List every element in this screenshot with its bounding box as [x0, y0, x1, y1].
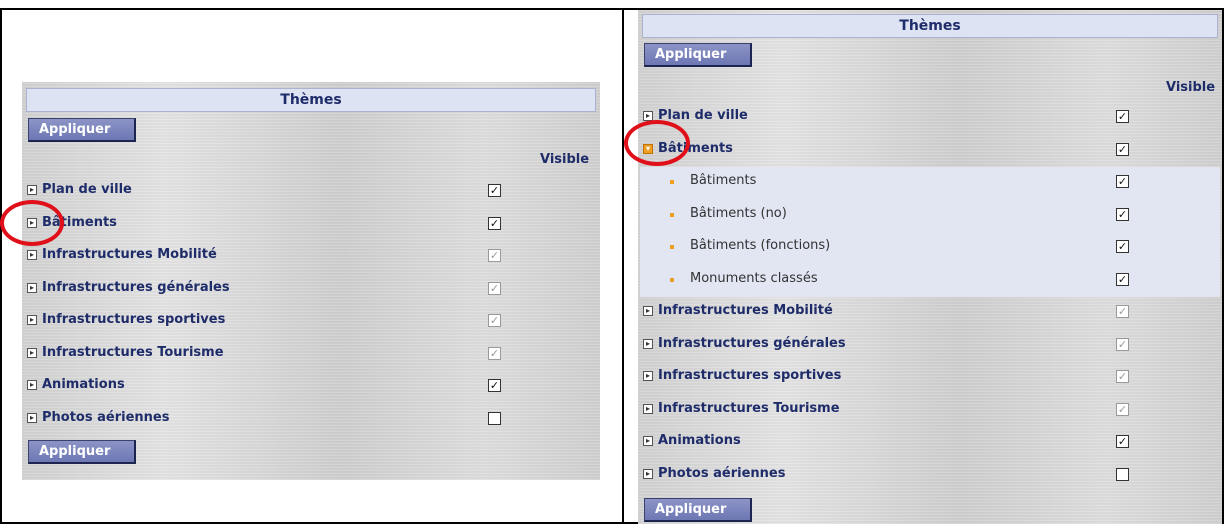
visible-checkbox[interactable]: ✓: [1116, 175, 1129, 188]
right-apply-bottom-button[interactable]: Appliquer: [644, 498, 752, 522]
bullet-icon: [670, 180, 674, 184]
theme-label: Plan de ville: [658, 108, 748, 123]
expand-icon[interactable]: ▸: [27, 185, 37, 195]
visible-checkbox: ✓: [1116, 305, 1129, 318]
theme-label: Infrastructures sportives: [658, 368, 842, 383]
bullet-icon: [670, 245, 674, 249]
visible-checkbox: ✓: [1116, 370, 1129, 383]
right-apply-top-button[interactable]: Appliquer: [644, 43, 752, 67]
theme-label: Bâtiments (no): [690, 205, 787, 221]
left-theme-row-batiments[interactable]: ▸ Bâtiments ✓: [24, 209, 598, 242]
visible-checkbox: ✓: [488, 314, 501, 327]
right-theme-row-infrastructures-generales[interactable]: ▸ Infrastructures générales ✓: [640, 330, 1220, 363]
theme-label: Plan de ville: [42, 182, 132, 197]
theme-label: Animations: [42, 377, 125, 392]
left-themes-title: Thèmes: [280, 92, 342, 108]
visible-checkbox[interactable]: ✓: [1116, 272, 1129, 286]
expand-icon[interactable]: ▸: [27, 282, 37, 293]
left-themes-header: Thèmes: [26, 88, 596, 112]
left-theme-row-plan-de-ville[interactable]: ▸ Plan de ville ✓: [24, 176, 598, 209]
left-theme-row-infrastructures-sportives[interactable]: ▸ Infrastructures sportives ✓: [24, 306, 598, 339]
expand-icon[interactable]: ▸: [27, 412, 37, 423]
right-theme-row-batiments[interactable]: ▾ Bâtiments ✓: [640, 135, 1220, 168]
theme-label: Infrastructures Tourisme: [42, 344, 224, 360]
left-theme-row-photos-aeriennes[interactable]: ▸ Photos aériennes: [24, 404, 598, 437]
visible-checkbox[interactable]: [1116, 467, 1129, 481]
left-apply-top-button[interactable]: Appliquer: [28, 118, 136, 142]
right-theme-row-batiments-fonctions-sub[interactable]: Bâtiments (fonctions) ✓: [640, 232, 1220, 265]
theme-label: Infrastructures générales: [658, 335, 846, 351]
theme-label: Bâtiments: [658, 140, 733, 156]
theme-label: Infrastructures sportives: [42, 312, 226, 327]
left-theme-row-infrastructures-generales[interactable]: ▸ Infrastructures générales ✓: [24, 274, 598, 307]
theme-label: Infrastructures Tourisme: [658, 400, 840, 416]
visible-checkbox[interactable]: ✓: [1116, 207, 1129, 221]
expand-icon[interactable]: ▸: [643, 403, 653, 414]
visible-checkbox: ✓: [488, 346, 501, 360]
theme-label: Bâtiments: [42, 214, 117, 230]
theme-label: Animations: [658, 433, 741, 448]
expand-icon[interactable]: ▸: [27, 347, 37, 358]
right-theme-row-animations[interactable]: ▸ Animations ✓: [640, 427, 1220, 460]
bullet-icon: [670, 277, 674, 282]
visible-checkbox[interactable]: ✓: [488, 216, 501, 230]
theme-label: Infrastructures générales: [42, 279, 230, 295]
visible-checkbox[interactable]: [488, 411, 501, 425]
visible-checkbox[interactable]: ✓: [1116, 110, 1129, 123]
left-theme-row-infrastructures-tourisme[interactable]: ▸ Infrastructures Tourisme ✓: [24, 339, 598, 372]
expand-icon[interactable]: ▸: [643, 111, 653, 121]
left-theme-row-animations[interactable]: ▸ Animations ✓: [24, 371, 598, 404]
theme-label: Monuments classés: [690, 270, 818, 286]
bullet-icon: [670, 212, 674, 217]
right-theme-row-plan-de-ville[interactable]: ▸ Plan de ville ✓: [640, 102, 1220, 135]
visible-checkbox: ✓: [488, 281, 501, 295]
visible-checkbox[interactable]: ✓: [488, 379, 501, 392]
expand-icon[interactable]: ▸: [643, 468, 653, 479]
visible-checkbox[interactable]: ✓: [1116, 240, 1129, 253]
theme-label: Infrastructures Mobilité: [658, 303, 833, 318]
left-themes-panel: Thèmes Appliquer Visible ▸ Plan de ville ✓…: [22, 82, 600, 480]
right-theme-row-photos-aeriennes[interactable]: ▸ Photos aériennes: [640, 460, 1220, 493]
right-theme-row-monuments-classes-sub[interactable]: Monuments classés ✓: [640, 264, 1220, 297]
expand-icon[interactable]: ▸: [27, 315, 37, 325]
collapse-icon[interactable]: ▾: [643, 143, 653, 154]
expand-icon[interactable]: ▸: [27, 250, 37, 260]
visible-checkbox: ✓: [1116, 337, 1129, 351]
expand-icon[interactable]: ▸: [27, 217, 37, 228]
theme-label: Photos aériennes: [658, 465, 786, 481]
visible-checkbox: ✓: [488, 249, 501, 262]
right-theme-row-infrastructures-sportives[interactable]: ▸ Infrastructures sportives ✓: [640, 362, 1220, 395]
right-theme-row-batiments-sub[interactable]: Bâtiments ✓: [640, 167, 1220, 200]
left-theme-row-infrastructures-mobilite[interactable]: ▸ Infrastructures Mobilité ✓: [24, 241, 598, 274]
right-themes-panel: Thèmes Appliquer Visible ▸ Plan de ville ✓…: [638, 10, 1222, 524]
theme-label: Bâtiments (fonctions): [690, 238, 831, 253]
visible-checkbox[interactable]: ✓: [1116, 435, 1129, 448]
theme-label: Photos aériennes: [42, 409, 170, 425]
expand-icon[interactable]: ▸: [643, 306, 653, 316]
right-theme-row-infrastructures-mobilite[interactable]: ▸ Infrastructures Mobilité ✓: [640, 297, 1220, 330]
expand-icon[interactable]: ▸: [643, 338, 653, 349]
visible-checkbox[interactable]: ✓: [488, 184, 501, 197]
right-themes-header: Thèmes: [642, 14, 1218, 38]
right-theme-row-batiments-no-sub[interactable]: Bâtiments (no) ✓: [640, 199, 1220, 232]
expand-icon[interactable]: ▸: [27, 380, 37, 390]
expand-icon[interactable]: ▸: [643, 436, 653, 446]
theme-label: Bâtiments: [690, 173, 757, 188]
left-apply-bottom-button[interactable]: Appliquer: [28, 440, 136, 464]
right-visible-header: Visible: [1166, 80, 1216, 95]
right-theme-row-infrastructures-tourisme[interactable]: ▸ Infrastructures Tourisme ✓: [640, 395, 1220, 428]
visible-checkbox: ✓: [1116, 402, 1129, 416]
theme-label: Infrastructures Mobilité: [42, 247, 217, 262]
right-themes-title: Thèmes: [899, 18, 961, 34]
visible-checkbox[interactable]: ✓: [1116, 142, 1129, 156]
expand-icon[interactable]: ▸: [643, 371, 653, 381]
left-visible-header: Visible: [540, 152, 590, 167]
